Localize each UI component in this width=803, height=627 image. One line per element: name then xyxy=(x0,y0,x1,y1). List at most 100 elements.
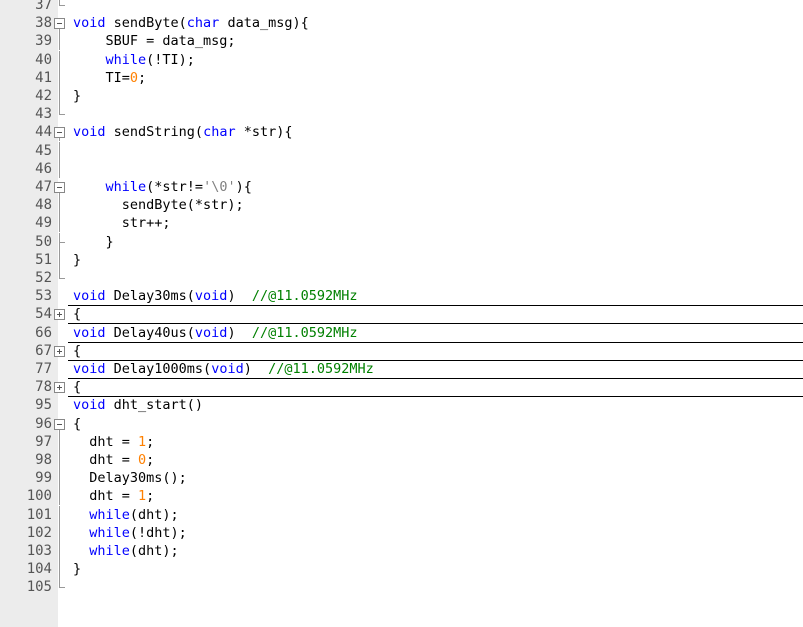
code-text[interactable]: void sendByte(char data_msg){ xyxy=(73,14,309,32)
fold-expand-icon[interactable] xyxy=(53,378,67,396)
fold-guide-icon xyxy=(53,159,67,178)
fold-guide-icon xyxy=(53,560,67,579)
code-line[interactable]: 53 void Delay30ms(void) //@11.0592MHz xyxy=(0,287,803,305)
code-line[interactable]: 77 void Delay1000ms(void) //@11.0592MHz xyxy=(0,360,803,378)
code-line[interactable]: 42} xyxy=(0,87,803,105)
code-text[interactable]: while(!TI); xyxy=(73,51,195,69)
code-line[interactable]: 38 void sendByte(char data_msg){ xyxy=(0,14,803,33)
line-number: 104 xyxy=(26,561,52,578)
line-number: 99 xyxy=(35,470,52,487)
code-text[interactable]: TI=0; xyxy=(73,69,147,87)
fold-guide-icon xyxy=(53,196,67,215)
code-text[interactable]: { xyxy=(73,305,81,323)
code-line[interactable]: 66 void Delay40us(void) //@11.0592MHz xyxy=(0,324,803,342)
fold-guide-icon xyxy=(53,542,67,560)
code-token: { xyxy=(73,379,82,396)
code-token: } xyxy=(73,88,82,104)
line-number: 77 xyxy=(35,361,52,377)
code-text[interactable]: void sendString(char *str){ xyxy=(73,123,292,141)
code-line[interactable]: 48 sendByte(*str); xyxy=(0,196,803,215)
code-line[interactable]: 102 while(!dht); xyxy=(0,523,803,542)
fold-guide-icon xyxy=(53,141,67,160)
code-token: } xyxy=(73,561,82,578)
code-text[interactable]: dht = 1; xyxy=(73,487,154,505)
code-line[interactable]: 52 xyxy=(0,269,803,287)
code-line[interactable]: 54 { xyxy=(0,305,803,325)
code-text[interactable]: SBUF = data_msg; xyxy=(73,32,236,50)
line-number: 48 xyxy=(35,197,52,214)
code-text[interactable]: } xyxy=(73,560,81,578)
code-text[interactable]: { xyxy=(73,415,81,433)
code-line[interactable]: 103 while(dht); xyxy=(0,542,803,560)
code-line[interactable]: 67 { xyxy=(0,341,803,361)
folded-block-separator xyxy=(68,305,803,307)
fold-collapse-icon[interactable] xyxy=(53,123,67,142)
code-text[interactable]: void dht_start() xyxy=(73,396,203,414)
code-text[interactable]: void Delay30ms(void) //@11.0592MHz xyxy=(73,287,358,305)
code-text[interactable]: } xyxy=(73,87,81,105)
code-line[interactable]: 97 dht = 1; xyxy=(0,432,803,451)
line-number: 46 xyxy=(35,160,52,177)
fold-guide-icon xyxy=(53,451,67,469)
line-number: 38 xyxy=(35,15,52,32)
code-text[interactable]: } xyxy=(73,233,114,251)
line-number: 67 xyxy=(35,342,52,359)
keyword-token: while xyxy=(89,506,130,523)
code-line[interactable]: 41 TI=0; xyxy=(0,68,803,87)
keyword-token: void xyxy=(211,361,244,377)
code-text[interactable]: { xyxy=(73,378,81,396)
code-text[interactable]: while(*str!='\0'){ xyxy=(73,178,252,196)
code-text[interactable]: while(!dht); xyxy=(73,524,187,542)
code-text[interactable]: while(dht); xyxy=(73,542,179,560)
code-line[interactable]: 39 SBUF = data_msg; xyxy=(0,32,803,51)
code-text[interactable]: { xyxy=(73,342,81,360)
code-text[interactable]: dht = 0; xyxy=(73,451,154,469)
code-text[interactable]: dht = 1; xyxy=(73,433,154,451)
code-line[interactable]: 104} xyxy=(0,560,803,579)
code-line[interactable]: 98 dht = 0; xyxy=(0,451,803,469)
code-token: ) xyxy=(227,324,252,341)
code-text[interactable]: sendByte(*str); xyxy=(73,196,244,214)
fold-collapse-icon[interactable] xyxy=(53,415,67,433)
code-line[interactable]: 43 xyxy=(0,105,803,123)
code-text[interactable]: } xyxy=(73,251,81,269)
code-line[interactable]: 101 while(dht); xyxy=(0,505,803,524)
code-line[interactable]: 47 while(*str!='\0'){ xyxy=(0,178,803,196)
code-line[interactable]: 45 xyxy=(0,141,803,160)
code-line[interactable]: 46 xyxy=(0,159,803,178)
fold-guide-icon xyxy=(53,505,67,524)
code-token: (dht); xyxy=(129,543,179,559)
line-number: 103 xyxy=(26,543,52,559)
code-line[interactable]: 96 { xyxy=(0,415,803,433)
code-line[interactable]: 99 Delay30ms(); xyxy=(0,469,803,488)
fold-margin xyxy=(53,396,67,414)
code-line[interactable]: 100 dht = 1; xyxy=(0,487,803,506)
line-number: 43 xyxy=(35,106,52,123)
code-line[interactable]: 37 xyxy=(0,0,803,14)
code-line[interactable]: 51} xyxy=(0,250,803,269)
fold-guide-icon xyxy=(53,578,67,596)
code-text[interactable]: while(dht); xyxy=(73,506,178,524)
keyword-token: void xyxy=(194,288,228,305)
code-editor[interactable]: 37 38 void sendByte(char data_msg){39 SBUF… xyxy=(0,0,803,627)
fold-expand-icon[interactable] xyxy=(53,342,67,360)
fold-collapse-icon[interactable] xyxy=(53,14,67,33)
code-line[interactable]: 50 } xyxy=(0,232,803,251)
code-line[interactable]: 44 void sendString(char *str){ xyxy=(0,123,803,142)
fold-expand-icon[interactable] xyxy=(53,305,67,323)
fold-guide-icon xyxy=(53,250,67,269)
code-line[interactable]: 95 void dht_start() xyxy=(0,396,803,414)
code-line[interactable]: 49 str++; xyxy=(0,214,803,233)
code-text[interactable]: Delay30ms(); xyxy=(73,469,187,487)
code-text[interactable]: str++; xyxy=(73,214,171,232)
code-text[interactable]: void Delay40us(void) //@11.0592MHz xyxy=(73,324,358,342)
code-line[interactable]: 78 { xyxy=(0,378,803,398)
fold-collapse-icon[interactable] xyxy=(53,178,67,196)
code-token: { xyxy=(73,342,82,359)
keyword-token: while xyxy=(89,543,130,559)
line-number: 96 xyxy=(35,415,52,432)
code-line[interactable]: 40 while(!TI); xyxy=(0,50,803,69)
code-text[interactable]: void Delay1000ms(void) //@11.0592MHz xyxy=(73,360,374,378)
code-line[interactable]: 105 xyxy=(0,578,803,596)
keyword-token: char xyxy=(203,124,236,141)
